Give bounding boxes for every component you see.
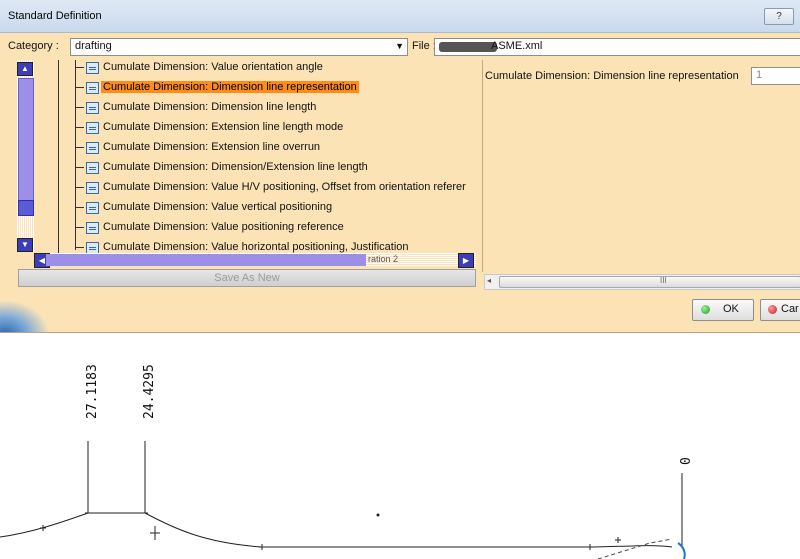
tree-connector [76, 87, 84, 88]
tree-item-label: Cumulate Dimension: Value horizontal pos… [103, 241, 409, 253]
tree-item-label: Cumulate Dimension: Extension line overr… [103, 141, 321, 153]
standard-definition-dialog: Standard Definition ? Category : draftin… [0, 0, 800, 333]
profile-curve[interactable] [0, 512, 673, 548]
file-label: File : [412, 40, 436, 52]
tree-item-label: Cumulate Dimension: Dimension/Extension … [103, 161, 368, 173]
scrollbar-track-highlight [18, 78, 34, 216]
tree-branch-line [58, 60, 59, 256]
redacted-block [439, 42, 497, 52]
tree-connector [76, 187, 84, 188]
tree-item-label: Cumulate Dimension: Value orientation an… [103, 61, 323, 73]
tree-item-label: Cumulate Dimension: Value vertical posit… [103, 201, 333, 213]
parameter-icon [86, 222, 99, 234]
category-label: Category : [8, 40, 59, 52]
property-panel: Cumulate Dimension: Dimension line repre… [482, 60, 800, 272]
tree-vertical-scrollbar[interactable]: ▲ ▼ [16, 60, 34, 252]
property-value-field[interactable]: 1 [751, 67, 800, 85]
save-as-new-button[interactable]: Save As New [18, 269, 476, 287]
parameter-icon [86, 82, 99, 94]
parameter-icon [86, 122, 99, 134]
tree-connector [76, 127, 84, 128]
category-dropdown[interactable]: drafting ▼ [70, 38, 408, 56]
ok-icon [701, 305, 710, 314]
property-value: 1 [756, 69, 763, 81]
chevron-down-icon: ▼ [395, 41, 404, 51]
ok-label: OK [723, 303, 739, 315]
dialog-title: Standard Definition [8, 10, 102, 22]
ok-button[interactable]: OK [692, 299, 754, 321]
property-label: Cumulate Dimension: Dimension line repre… [485, 70, 739, 82]
scroll-down-icon[interactable]: ▼ [17, 238, 33, 252]
parameter-tree: Cumulate Dimension: Value orientation an… [16, 60, 476, 256]
scrollbar-thumb[interactable] [46, 254, 366, 266]
cancel-label: Car [781, 303, 799, 315]
catia-logo [0, 300, 50, 332]
tree-connector [76, 227, 84, 228]
tree-item-label: Cumulate Dimension: Dimension line lengt… [103, 101, 317, 113]
parameter-icon [86, 182, 99, 194]
dimension-value-2[interactable]: 24.4295 [142, 364, 157, 419]
center-dot [376, 513, 380, 517]
tree-item-label: Cumulate Dimension: Dimension line repre… [101, 81, 359, 93]
parameter-icon [86, 142, 99, 154]
scrollbar-thumb[interactable] [18, 200, 34, 216]
parameter-icon [86, 162, 99, 174]
scroll-up-icon[interactable]: ▲ [17, 62, 33, 76]
category-row: Category : drafting ▼ File : ASME.xml [0, 36, 800, 58]
drawing-canvas[interactable]: 27.1183 24.4295 0 [0, 333, 800, 559]
point-label[interactable]: 0 [679, 457, 694, 465]
dimension-value-1[interactable]: 27.1183 [85, 364, 100, 419]
scrollbar-thumb[interactable]: III [499, 276, 800, 288]
tree-connector [76, 167, 84, 168]
scroll-left-icon[interactable]: ◂ [487, 276, 491, 285]
tree-connector [76, 107, 84, 108]
tree-connector [76, 247, 84, 248]
tree-connector [76, 147, 84, 148]
help-button[interactable]: ? [764, 8, 794, 25]
parameter-icon [86, 62, 99, 74]
tree-item-label: Cumulate Dimension: Extension line lengt… [103, 121, 344, 133]
selected-edge[interactable] [677, 542, 686, 559]
tree-item-label: Cumulate Dimension: Value positioning re… [103, 221, 344, 233]
parameter-icon [86, 202, 99, 214]
dashed-profile [597, 538, 673, 559]
parameter-icon [86, 102, 99, 114]
tree-item-label: Cumulate Dimension: Value H/V positionin… [103, 181, 466, 193]
scroll-right-icon[interactable]: ▶ [458, 253, 474, 268]
category-value: drafting [75, 40, 112, 52]
tree-branch-line [75, 60, 76, 250]
cancel-icon [768, 305, 777, 314]
cancel-button[interactable]: Car [760, 299, 800, 321]
scrollbar-grip: III [660, 276, 667, 285]
title-bar: Standard Definition ? [0, 0, 800, 33]
tree-horizontal-scrollbar[interactable]: ◀ ration 2 ▶ [34, 253, 476, 268]
tree-connector [76, 67, 84, 68]
file-value: ASME.xml [491, 40, 543, 52]
hidden-text-fragment: ration 2 [368, 254, 399, 264]
file-field[interactable]: ASME.xml [434, 38, 800, 56]
tree-connector [76, 207, 84, 208]
property-horizontal-scrollbar[interactable]: ◂ III [484, 274, 800, 290]
